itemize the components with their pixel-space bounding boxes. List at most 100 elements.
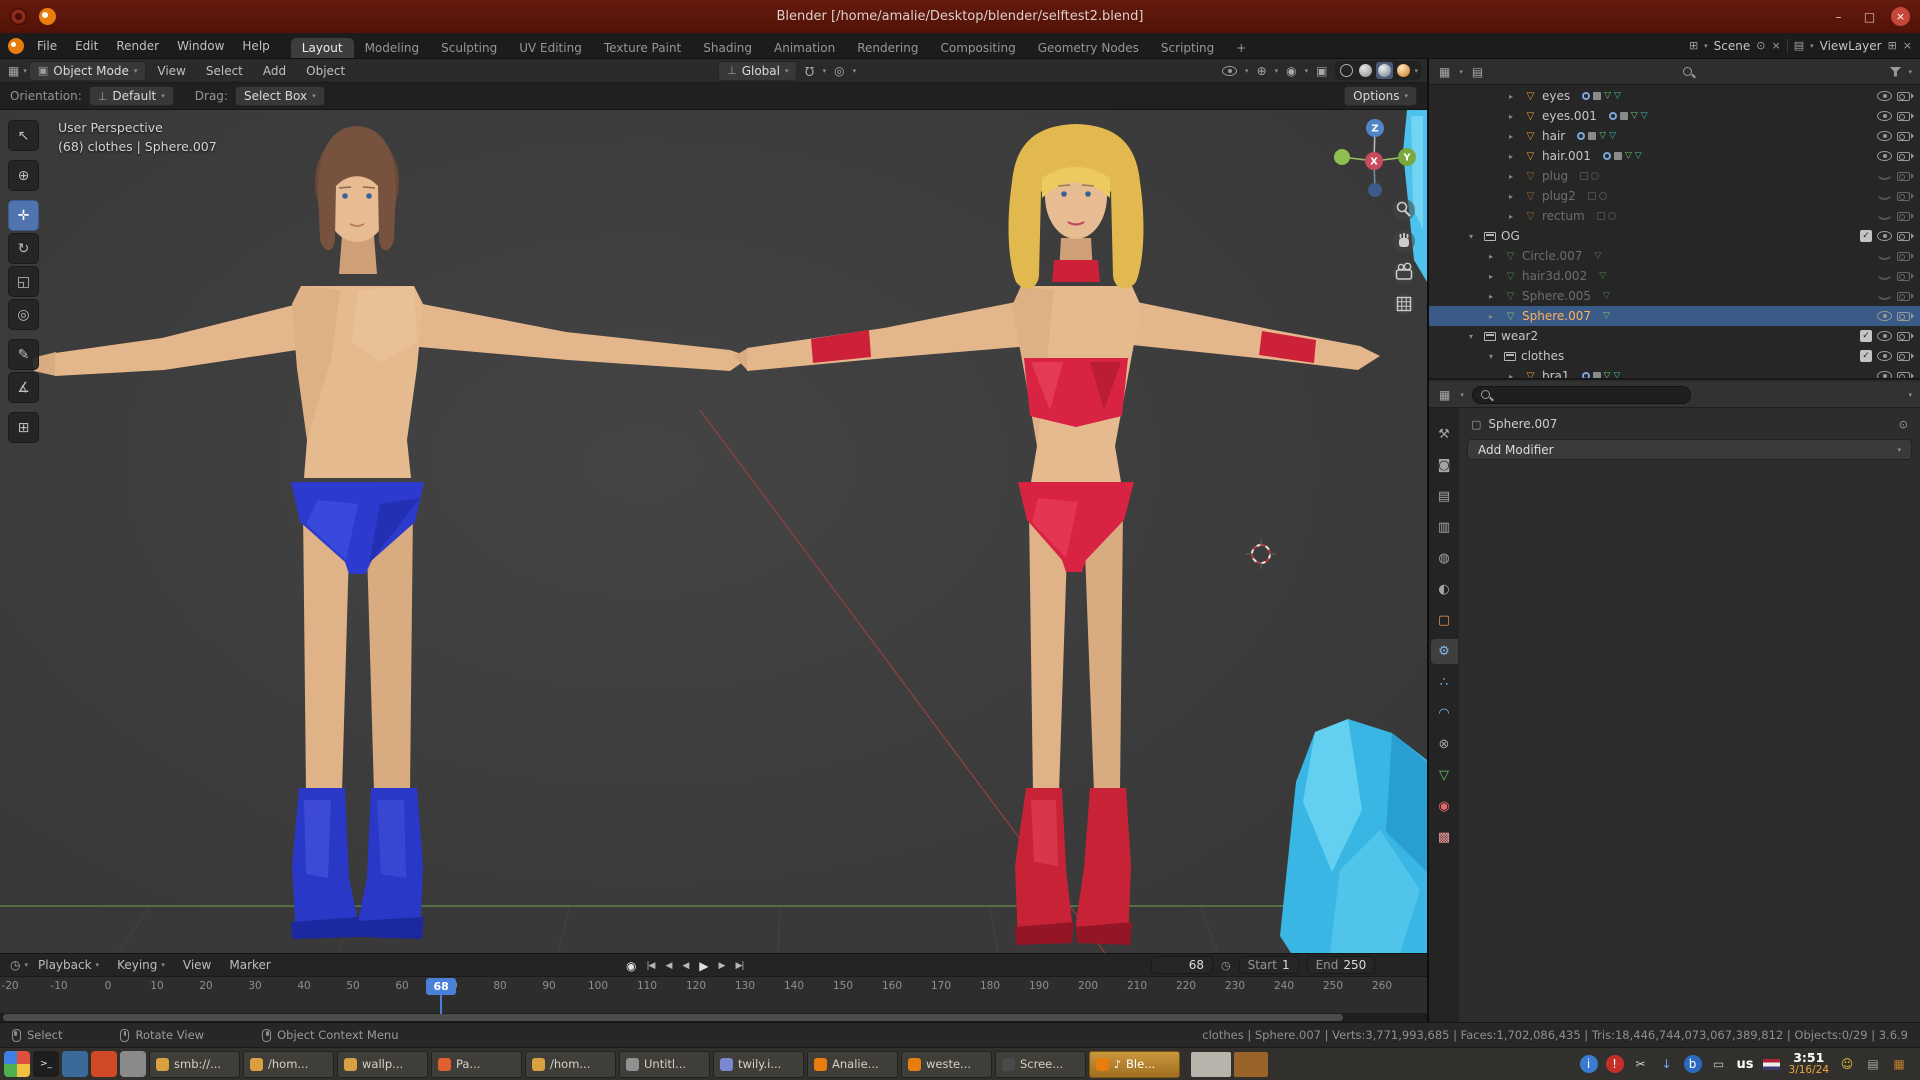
editor-type-caret-icon[interactable]: ▾ <box>23 67 27 75</box>
outliner-editor-caret-icon[interactable]: ▾ <box>1459 68 1463 76</box>
expand-icon[interactable]: ▾ <box>1469 332 1479 341</box>
workspace-tab-texture-paint[interactable]: Texture Paint <box>593 38 692 58</box>
expand-icon[interactable]: ▸ <box>1509 172 1519 181</box>
outliner-item-clothes[interactable]: ▾clothes✓ <box>1429 346 1920 366</box>
shading-rendered-button[interactable] <box>1395 62 1412 79</box>
tray-info-icon[interactable]: i <box>1580 1055 1598 1073</box>
workspace-tab-uv-editing[interactable]: UV Editing <box>508 38 593 58</box>
workspace-tab-layout[interactable]: Layout <box>291 38 354 58</box>
keyboard-layout-indicator[interactable]: us <box>1737 1057 1754 1072</box>
jump-to-end-button[interactable]: ▶| <box>735 961 743 971</box>
visibility-eye-icon[interactable] <box>1877 151 1892 161</box>
female-character[interactable] <box>734 124 1380 945</box>
navigation-gizmo[interactable]: Z X Y <box>1334 119 1416 197</box>
exclude-checkbox[interactable]: ✓ <box>1860 350 1872 362</box>
overlays-toggle[interactable]: ◉ <box>1284 64 1298 78</box>
visibility-eye-icon[interactable] <box>1877 231 1892 241</box>
expand-icon[interactable]: ▸ <box>1509 212 1519 221</box>
options-dropdown[interactable]: Options ▾ <box>1344 86 1417 106</box>
transform-orientation-dropdown[interactable]: ⊥ Global ▾ <box>718 61 797 81</box>
viewport-canvas[interactable]: Z X Y <box>0 110 1427 953</box>
outliner-editor-icon[interactable]: ▦ <box>1437 65 1452 79</box>
render-visibility-icon[interactable] <box>1897 312 1910 321</box>
expand-icon[interactable]: ▸ <box>1509 92 1519 101</box>
axis-negz-ball[interactable] <box>1368 183 1382 197</box>
add-cube-tool-button[interactable]: ⊞ <box>8 412 39 443</box>
play-reverse-button[interactable]: ◀ <box>682 961 688 971</box>
properties-tab-data[interactable]: ▽ <box>1431 763 1458 788</box>
taskbar-window-analie[interactable]: Analie... <box>807 1051 898 1078</box>
workspace-tab-compositing[interactable]: Compositing <box>929 38 1026 58</box>
axis-negx-ball[interactable] <box>1334 149 1350 165</box>
tray-package-icon[interactable]: ▤ <box>1864 1055 1882 1073</box>
taskbar-window-hom[interactable]: /hom... <box>525 1051 616 1078</box>
outliner-item-sphere-007[interactable]: ▸▽Sphere.007▽ <box>1429 306 1920 326</box>
select-box-tool-button[interactable]: ↖ <box>8 120 39 151</box>
menu-file[interactable]: File <box>28 33 66 58</box>
workspace-tab-shading[interactable]: Shading <box>692 38 763 58</box>
mode-dropdown[interactable]: ▣ Object Mode ▾ <box>29 61 147 81</box>
outliner-item-wear2[interactable]: ▾wear2✓ <box>1429 326 1920 346</box>
workspace-tab-geometry-nodes[interactable]: Geometry Nodes <box>1027 38 1150 58</box>
menu-view[interactable]: View <box>148 59 194 82</box>
grid-ortho-button[interactable] <box>1393 293 1415 315</box>
visibility-eye-icon[interactable] <box>1877 272 1892 280</box>
properties-tab-physics[interactable]: ◠ <box>1431 701 1458 726</box>
pan-hand-button[interactable] <box>1393 230 1415 252</box>
jump-to-start-button[interactable]: |◀ <box>646 961 654 971</box>
render-visibility-icon[interactable] <box>1897 92 1910 101</box>
expand-icon[interactable]: ▸ <box>1489 272 1499 281</box>
launcher-gimp[interactable] <box>120 1051 146 1077</box>
workspace-tab-add-workspace[interactable]: + <box>1225 38 1257 58</box>
timeline-scrollbar[interactable] <box>0 1013 1427 1022</box>
camera-view-button[interactable] <box>1393 262 1415 284</box>
properties-tab-material[interactable]: ◉ <box>1431 794 1458 819</box>
visibility-eye-icon[interactable] <box>1877 292 1892 300</box>
visibility-eye-icon[interactable] <box>1877 252 1892 260</box>
tray-alert-icon[interactable]: ! <box>1606 1055 1624 1073</box>
tray-bluetooth-icon[interactable]: b <box>1684 1055 1702 1073</box>
exclude-checkbox[interactable]: ✓ <box>1860 230 1872 242</box>
visibility-eye-icon[interactable] <box>1877 351 1892 361</box>
taskbar-window-ble[interactable]: ♪Ble... <box>1089 1051 1180 1078</box>
scene-dropdown-icon[interactable]: ▾ <box>1704 42 1708 50</box>
properties-tab-output[interactable]: ▤ <box>1431 484 1458 509</box>
expand-icon[interactable]: ▸ <box>1509 112 1519 121</box>
scene-close-icon[interactable]: × <box>1771 39 1780 52</box>
previous-keyframe-button[interactable]: ◀ <box>665 961 671 971</box>
properties-tab-modifiers[interactable]: ⚙ <box>1431 639 1458 664</box>
clock[interactable]: 3:51 3/16/24 <box>1789 1052 1829 1076</box>
tray-smiley-icon[interactable]: ☺ <box>1838 1055 1856 1073</box>
menu-add[interactable]: Add <box>254 59 295 82</box>
expand-icon[interactable]: ▸ <box>1489 292 1499 301</box>
male-character[interactable] <box>32 126 750 939</box>
viewlayer-browse-icon[interactable]: ▤ <box>1794 39 1804 52</box>
expand-icon[interactable]: ▸ <box>1509 192 1519 201</box>
scene-pin-icon[interactable]: ⊙ <box>1756 39 1765 52</box>
scene-name[interactable]: Scene <box>1714 39 1751 53</box>
render-visibility-icon[interactable] <box>1897 192 1910 201</box>
visibility-eye-icon[interactable] <box>1877 331 1892 341</box>
properties-search-input[interactable] <box>1472 386 1691 404</box>
menu-help[interactable]: Help <box>233 33 278 58</box>
timeline-menu-playback[interactable]: Playback▾ <box>30 958 107 972</box>
minimize-button[interactable]: – <box>1829 7 1848 26</box>
proportional-edit-icon[interactable]: ◎ <box>832 64 846 78</box>
exclude-checkbox[interactable]: ✓ <box>1860 330 1872 342</box>
properties-tab-render[interactable]: ◙ <box>1431 453 1458 478</box>
orientation-dropdown[interactable]: ⊥ Default ▾ <box>89 86 174 106</box>
timeline-playhead[interactable]: 68 <box>426 978 456 995</box>
current-frame-field[interactable]: 68 <box>1151 956 1213 974</box>
shading-wireframe-button[interactable] <box>1338 62 1355 79</box>
snap-dropdown-icon[interactable]: ▾ <box>823 67 827 75</box>
pin-icon[interactable]: ⊙ <box>1899 418 1908 431</box>
properties-tab-texture[interactable]: ▩ <box>1431 825 1458 850</box>
viewlayer-new-icon[interactable]: ⊞ <box>1888 39 1897 52</box>
render-visibility-icon[interactable] <box>1897 332 1910 341</box>
outliner-item-circle-007[interactable]: ▸▽Circle.007▽ <box>1429 246 1920 266</box>
panel-widget-light[interactable] <box>1191 1052 1231 1077</box>
taskbar-window-weste[interactable]: weste... <box>901 1051 992 1078</box>
outliner-item-plug2[interactable]: ▸▽plug2 <box>1429 186 1920 206</box>
panel-widget-orange[interactable] <box>1234 1052 1268 1077</box>
expand-icon[interactable]: ▸ <box>1509 132 1519 141</box>
